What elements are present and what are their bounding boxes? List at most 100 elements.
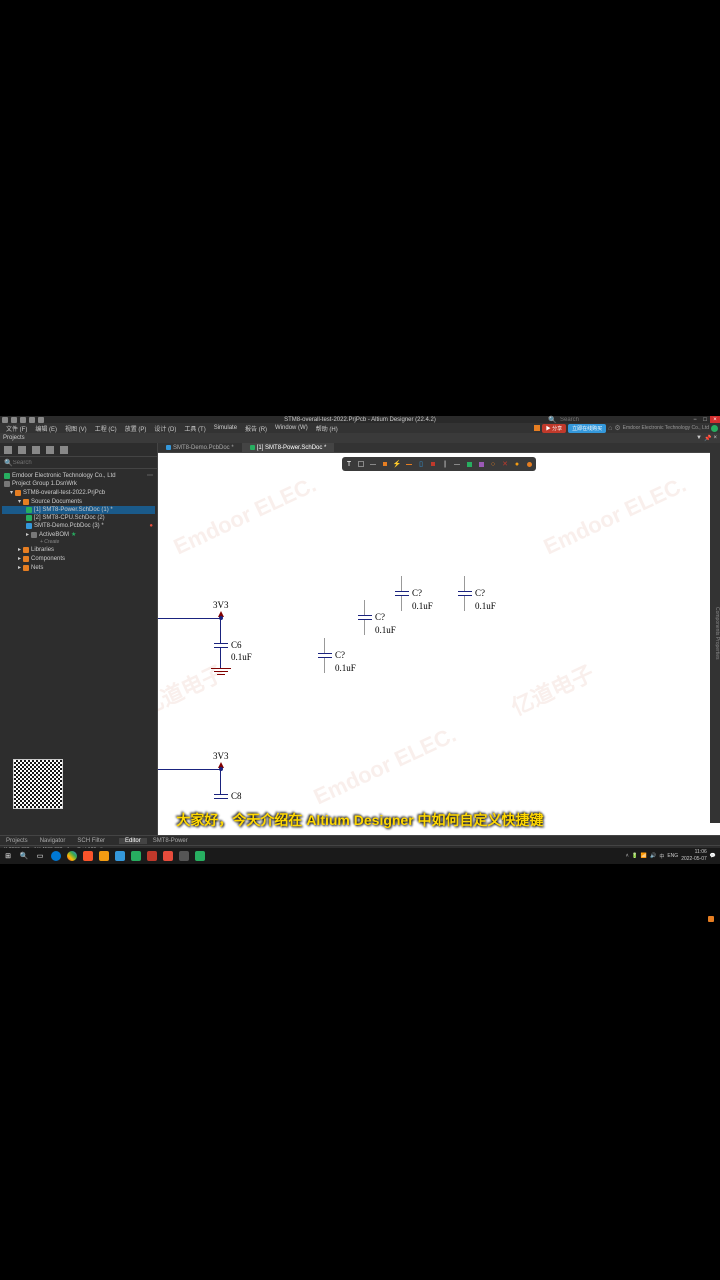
tree-doc-cpu[interactable]: [2] SMT8-CPU.SchDoc (2) — [2, 514, 155, 522]
net-label-3v3-2[interactable]: 3V3 — [213, 751, 229, 761]
folder-icon[interactable] — [18, 446, 26, 454]
minimize-button[interactable]: − — [690, 416, 700, 423]
value-cq3[interactable]: 0.1uF — [412, 601, 433, 611]
schematic-canvas[interactable]: Emdoor ELEC. Emdoor ELEC. 亿道电子 亿道电子 Emdo… — [158, 453, 720, 835]
task-view-button[interactable]: ▭ — [32, 848, 48, 864]
tab-power[interactable]: SMT8-Power — [147, 838, 194, 844]
tree-root[interactable]: Emdoor Electronic Technology Co., Ltd ⋯ — [2, 471, 155, 480]
wire[interactable] — [220, 769, 221, 794]
value-cq1[interactable]: 0.1uF — [335, 663, 356, 673]
tab-schdoc[interactable]: [1] SMT8-Power.SchDoc * — [242, 443, 335, 452]
device-tool-icon[interactable] — [476, 459, 486, 469]
compile-tool-icon[interactable] — [524, 459, 534, 469]
panel-pin-icon[interactable]: 📌 — [704, 435, 711, 442]
power-tool-icon[interactable]: ⚡ — [392, 459, 402, 469]
designator-cq4[interactable]: C? — [475, 588, 485, 598]
net-label-3v3[interactable]: 3V3 — [213, 600, 229, 610]
notification-icon[interactable]: 💬 — [710, 853, 716, 859]
app-icon-3[interactable] — [128, 848, 144, 864]
save-icon[interactable] — [11, 417, 17, 423]
tree-doc-pcb[interactable]: SMT8-Demo.PcbDoc (3) * ● — [2, 522, 155, 530]
cloud-icon[interactable] — [708, 916, 714, 922]
user-avatar[interactable] — [711, 425, 718, 432]
qat-icon-3[interactable] — [38, 417, 44, 423]
compile-icon[interactable] — [46, 446, 54, 454]
hamburger-icon[interactable] — [4, 446, 12, 454]
wire[interactable] — [220, 618, 221, 643]
junction[interactable] — [219, 767, 223, 771]
error-icon[interactable]: ● — [149, 523, 153, 529]
menu-window[interactable]: Window (W) — [271, 425, 312, 431]
app-icon-2[interactable] — [112, 848, 128, 864]
flag-icon[interactable] — [534, 425, 540, 431]
gear-icon[interactable]: ⚙ — [614, 424, 620, 432]
value-cq4[interactable]: 0.1uF — [475, 601, 496, 611]
menu-place[interactable]: 放置 (P) — [121, 424, 151, 433]
ime-icon[interactable]: 中 — [659, 853, 664, 860]
port-tool-icon[interactable] — [428, 459, 438, 469]
tree-group[interactable]: Project Group 1.DsnWrk — [2, 480, 155, 488]
junction[interactable] — [219, 616, 223, 620]
qat-icon[interactable] — [20, 417, 26, 423]
tab-pcbdoc[interactable]: SMT8-Demo.PcbDoc * — [158, 443, 242, 452]
settings-icon[interactable] — [60, 446, 68, 454]
brave-icon[interactable] — [80, 848, 96, 864]
panel-dropdown-icon[interactable]: ▼ — [696, 435, 702, 442]
designator-c6[interactable]: C6 — [231, 640, 242, 650]
tree-active-bom[interactable]: ▸ ActiveBOM ★ — [2, 530, 155, 539]
menu-view[interactable]: 视图 (V) — [61, 424, 91, 433]
tab-sch-filter[interactable]: SCH Filter — [71, 838, 111, 844]
edge-icon[interactable] — [48, 848, 64, 864]
chrome-icon[interactable] — [64, 848, 80, 864]
wire-tool-icon[interactable] — [356, 459, 366, 469]
tab-navigator[interactable]: Navigator — [34, 838, 72, 844]
close-button[interactable]: × — [710, 416, 720, 423]
tab-projects[interactable]: Projects — [0, 838, 34, 844]
designator-cq1[interactable]: C? — [335, 650, 345, 660]
wire[interactable] — [158, 618, 221, 619]
designator-c8[interactable]: C8 — [231, 791, 242, 801]
maximize-button[interactable]: □ — [700, 416, 710, 423]
save-all-icon[interactable] — [32, 446, 40, 454]
lang-label[interactable]: ENG — [667, 853, 678, 859]
menu-report[interactable]: 报告 (R) — [241, 424, 271, 433]
tree-libraries[interactable]: ▸ Libraries — [2, 545, 155, 554]
qat-icon-2[interactable] — [29, 417, 35, 423]
more-icon[interactable]: ⋯ — [147, 472, 153, 479]
tree-source-docs[interactable]: ▾ Source Documents — [2, 497, 155, 506]
buy-online-button[interactable]: 立即在线购买 — [568, 424, 606, 433]
menu-edit[interactable]: 编辑 (E) — [31, 424, 61, 433]
sheet-tool-icon[interactable] — [464, 459, 474, 469]
app-icon-4[interactable] — [144, 848, 160, 864]
harness-tool-icon[interactable]: ○ — [488, 459, 498, 469]
menu-tools[interactable]: 工具 (T) — [180, 424, 209, 433]
wifi-icon[interactable]: 📶 — [641, 853, 647, 859]
menu-design[interactable]: 设计 (D) — [150, 424, 180, 433]
menu-project[interactable]: 工程 (C) — [91, 424, 121, 433]
gnd-tool-icon[interactable] — [404, 459, 414, 469]
menu-file[interactable]: 文件 (F) — [2, 424, 31, 433]
wire[interactable] — [220, 648, 221, 668]
text-tool-icon[interactable]: T — [344, 459, 354, 469]
menu-help[interactable]: 帮助 (H) — [312, 424, 342, 433]
tree-nets[interactable]: ▸ Nets — [2, 563, 155, 572]
menu-simulate[interactable]: Simulate — [210, 425, 241, 431]
bus-tool-icon[interactable] — [368, 459, 378, 469]
app-icon-6[interactable] — [192, 848, 208, 864]
probe-tool-icon[interactable]: ● — [512, 459, 522, 469]
tree-doc-power[interactable]: [1] SMT8-Power.SchDoc (1) * — [2, 506, 155, 514]
start-button[interactable]: ⊞ — [0, 848, 16, 864]
net-tool-icon[interactable] — [380, 459, 390, 469]
tab-editor[interactable]: Editor — [119, 838, 147, 844]
home-icon[interactable]: ⌂ — [608, 425, 612, 432]
tree-project[interactable]: ▾ STM8-overall-test-2022.PrjPcb — [2, 488, 155, 497]
right-panel-tabs[interactable]: Components Properties — [710, 443, 720, 823]
tree-components[interactable]: ▸ Components — [2, 554, 155, 563]
altium-icon[interactable] — [176, 848, 192, 864]
sidebar-search-input[interactable] — [13, 460, 153, 466]
line-tool-icon[interactable] — [452, 459, 462, 469]
designator-cq3[interactable]: C? — [412, 588, 422, 598]
tray-chevron-icon[interactable]: ˄ — [626, 853, 629, 859]
panel-close-icon[interactable]: × — [713, 435, 717, 442]
share-button[interactable]: ▶ 分享 — [542, 424, 566, 433]
